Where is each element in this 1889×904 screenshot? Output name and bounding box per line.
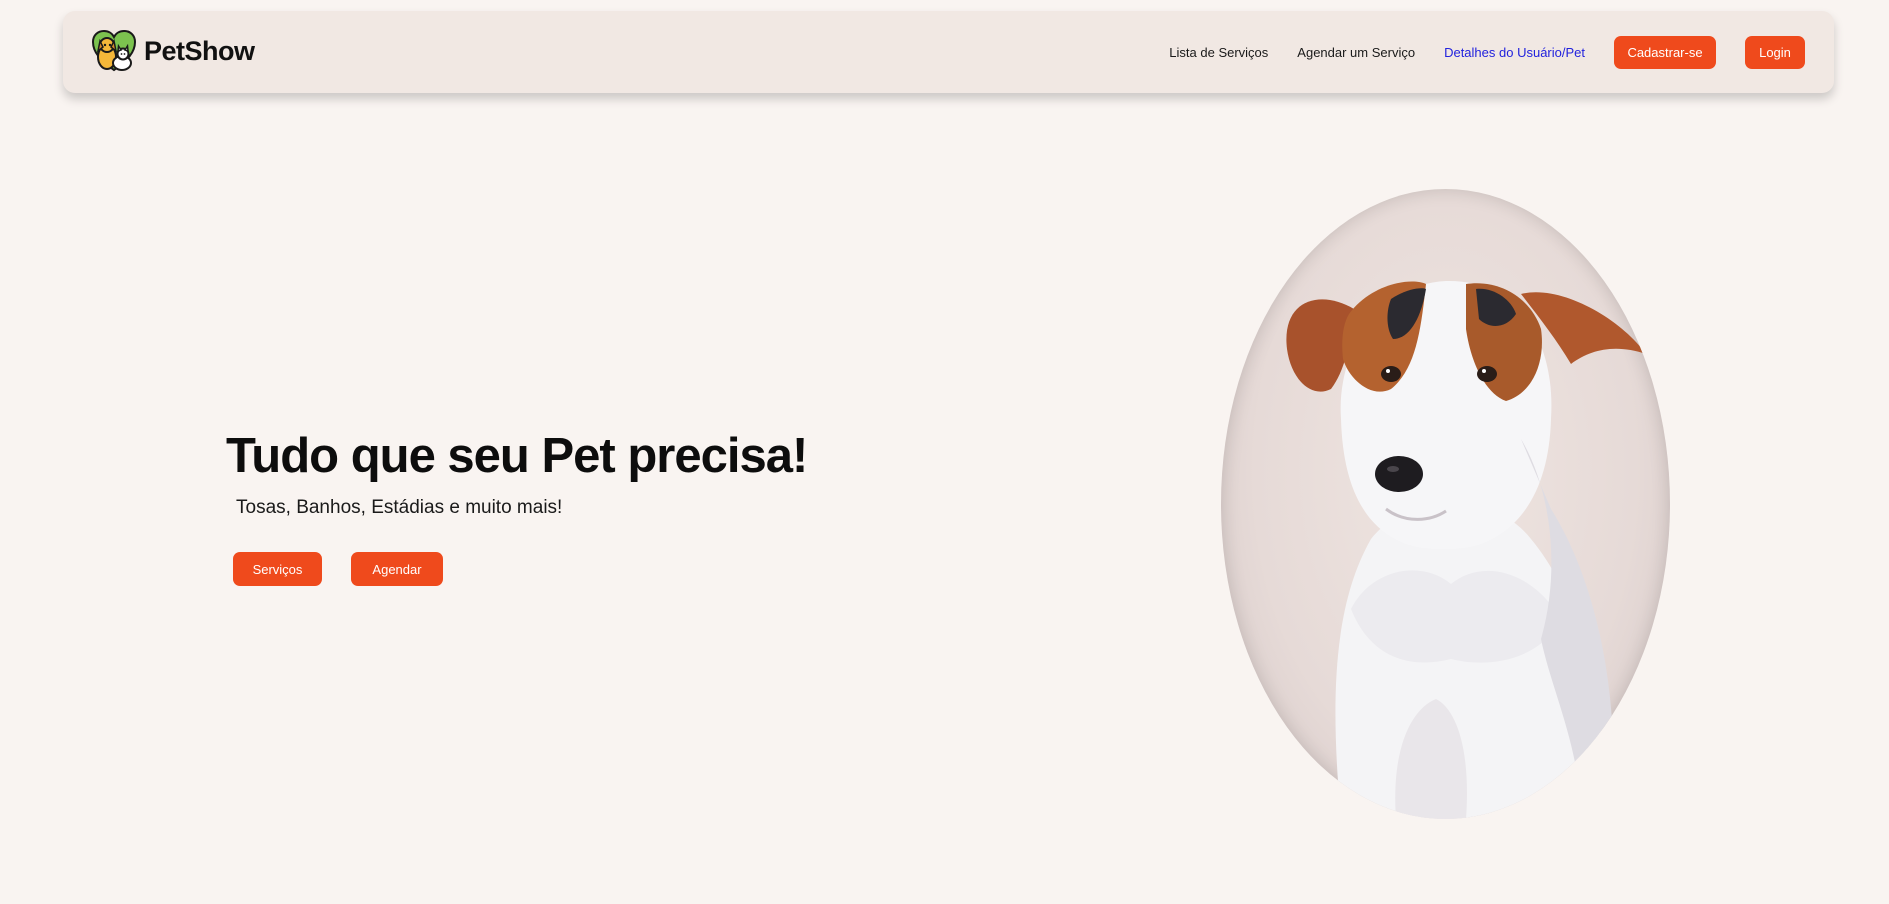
nav-link-detalhes-usuario-pet[interactable]: Detalhes do Usuário/Pet bbox=[1444, 45, 1585, 60]
hero-dog-image bbox=[1221, 189, 1670, 819]
nav-links: Lista de Serviços Agendar um Serviço Det… bbox=[1169, 11, 1805, 93]
hero-title: Tudo que seu Pet precisa! bbox=[226, 429, 808, 483]
nav-link-agendar-servico[interactable]: Agendar um Serviço bbox=[1297, 45, 1415, 60]
brand-name: PetShow bbox=[144, 35, 255, 66]
signup-button[interactable]: Cadastrar-se bbox=[1614, 35, 1716, 69]
hero-subtitle: Tosas, Banhos, Estádias e muito mais! bbox=[236, 497, 563, 518]
jack-russell-dog-photo-icon bbox=[1286, 280, 1646, 819]
brand[interactable]: PetShow bbox=[90, 27, 255, 75]
navbar: PetShow Lista de Serviços Agendar um Ser… bbox=[63, 11, 1834, 93]
schedule-button[interactable]: Agendar bbox=[351, 552, 443, 586]
login-button[interactable]: Login bbox=[1745, 35, 1805, 69]
dog-cat-heart-logo-icon bbox=[91, 29, 137, 72]
nav-link-lista-servicos[interactable]: Lista de Serviços bbox=[1169, 45, 1268, 60]
services-button[interactable]: Serviços bbox=[233, 552, 322, 586]
